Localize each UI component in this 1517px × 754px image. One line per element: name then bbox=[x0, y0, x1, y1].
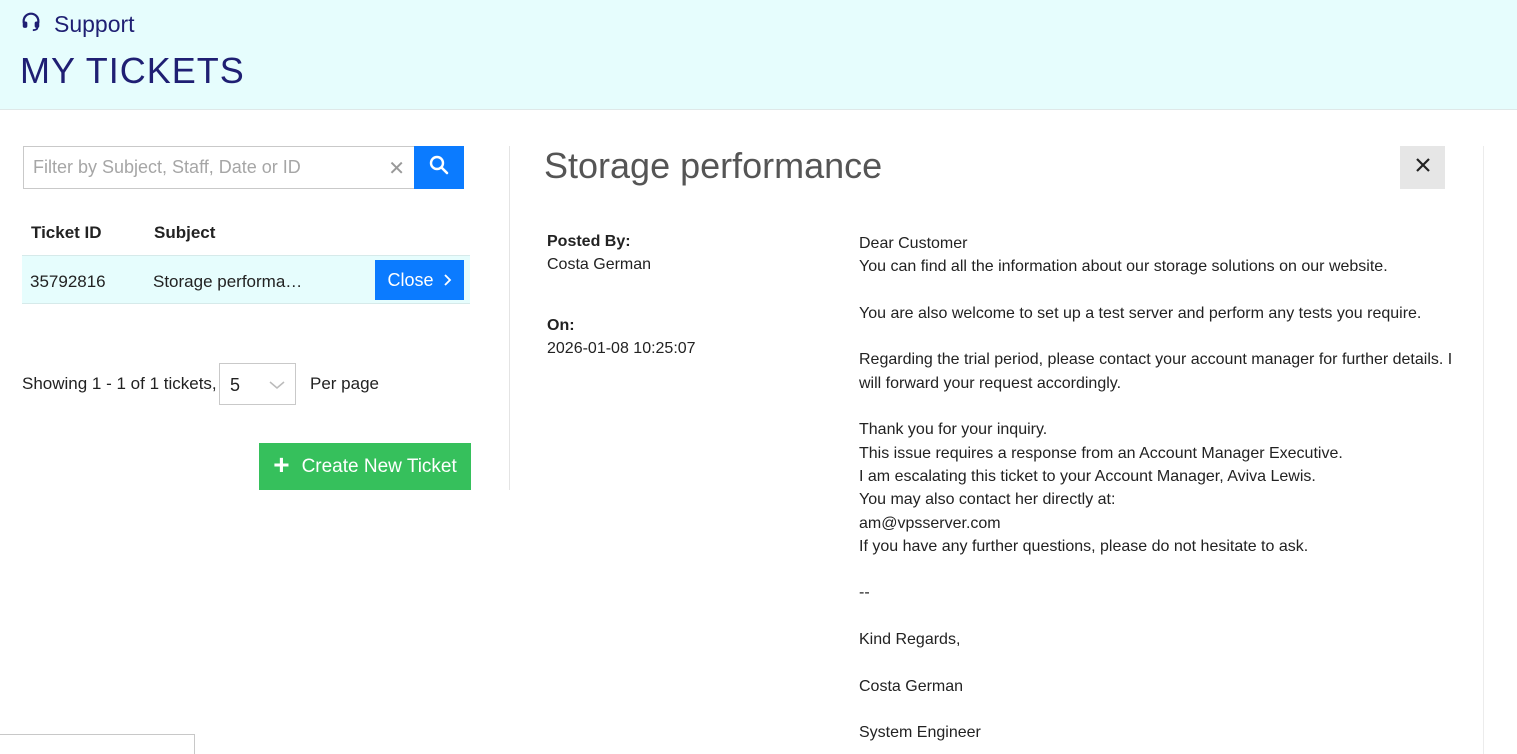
ticket-detail-title: Storage performance bbox=[544, 145, 883, 186]
message-line: System Engineer bbox=[859, 724, 981, 742]
pagination-summary: Showing 1 - 1 of 1 tickets, bbox=[22, 374, 217, 393]
message-line: -- bbox=[859, 584, 870, 602]
message-line: This issue requires a response from an A… bbox=[859, 444, 1343, 462]
message-line: If you have any further questions, pleas… bbox=[859, 537, 1309, 555]
ticket-id-cell: 35792816 bbox=[30, 272, 106, 291]
chevron-right-icon bbox=[443, 270, 452, 291]
create-new-ticket-label: Create New Ticket bbox=[301, 455, 457, 477]
posted-by-label: Posted By: bbox=[547, 233, 631, 250]
page-title: MY TICKETS bbox=[20, 50, 245, 91]
search-input[interactable] bbox=[24, 147, 415, 188]
message-line: You can find all the information about o… bbox=[859, 258, 1388, 276]
message-line: Regarding the trial period, please conta… bbox=[859, 351, 1453, 392]
close-ticket-button[interactable]: Close bbox=[375, 260, 464, 300]
message-line: am@vpsserver.com bbox=[859, 514, 1001, 532]
breadcrumb-support[interactable]: Support bbox=[54, 11, 135, 38]
message-line: Kind Regards, bbox=[859, 631, 961, 649]
message-line: Thank you for your inquiry. bbox=[859, 421, 1048, 439]
message-line bbox=[859, 698, 1469, 721]
column-header-ticket-id[interactable]: Ticket ID bbox=[31, 223, 102, 243]
right-edge-divider bbox=[1483, 146, 1484, 754]
search-icon bbox=[429, 155, 449, 180]
message-line bbox=[859, 605, 1469, 628]
message-line bbox=[859, 651, 1469, 674]
message-line bbox=[859, 279, 1469, 302]
message-line bbox=[859, 395, 1469, 418]
ticket-subject-cell: Storage performance bbox=[153, 272, 303, 291]
message-line: Costa German bbox=[859, 677, 964, 695]
panel-divider bbox=[509, 146, 510, 490]
posted-on-value: 2026-01-08 10:25:07 bbox=[547, 340, 696, 357]
message-line: Dear Customer bbox=[859, 235, 968, 252]
message-line: I am escalating this ticket to your Acco… bbox=[859, 467, 1316, 485]
breadcrumb[interactable]: Support bbox=[20, 10, 135, 38]
message-line: You are also welcome to set up a test se… bbox=[859, 304, 1422, 322]
posted-by-value: Costa German bbox=[547, 256, 652, 273]
headset-icon bbox=[20, 10, 42, 38]
page-header: Support MY TICKETS bbox=[0, 0, 1517, 110]
message-line: You may also contact her directly at: bbox=[859, 491, 1116, 509]
search-field[interactable]: ✕ bbox=[23, 146, 415, 189]
message-line bbox=[859, 325, 1469, 348]
close-icon[interactable]: ✕ bbox=[388, 156, 405, 181]
close-ticket-label: Close bbox=[387, 269, 434, 290]
column-header-subject[interactable]: Subject bbox=[154, 223, 215, 243]
per-page-select[interactable]: 5 bbox=[219, 363, 296, 405]
posted-on-label: On: bbox=[547, 317, 575, 334]
message-line bbox=[859, 558, 1469, 581]
ticket-message-body: Dear Customer You can find all the infor… bbox=[859, 232, 1469, 745]
bottom-panel-tab[interactable] bbox=[0, 734, 195, 754]
create-new-ticket-button[interactable]: + Create New Ticket bbox=[259, 443, 471, 490]
per-page-label: Per page bbox=[310, 374, 379, 393]
close-icon bbox=[1415, 157, 1431, 178]
per-page-value: 5 bbox=[230, 375, 241, 395]
plus-icon: + bbox=[273, 449, 290, 480]
table-row[interactable]: 35792816 Storage performance Close bbox=[22, 255, 470, 304]
search-button[interactable] bbox=[414, 146, 464, 189]
close-detail-button[interactable] bbox=[1400, 146, 1445, 189]
chevron-down-icon bbox=[269, 377, 285, 395]
